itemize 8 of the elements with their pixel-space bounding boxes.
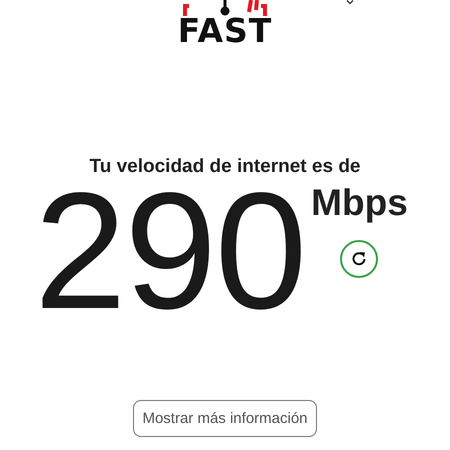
speed-unit: Mbps bbox=[311, 182, 408, 224]
refresh-icon bbox=[350, 250, 368, 268]
logo-text: FAST bbox=[178, 16, 272, 46]
headline: Tu velocidad de internet es de bbox=[90, 156, 360, 178]
more-info-button[interactable]: Mostrar más información bbox=[133, 400, 317, 437]
chevron-icon[interactable] bbox=[346, 0, 354, 5]
speed-value: 290 bbox=[34, 182, 306, 322]
refresh-button[interactable] bbox=[340, 240, 378, 278]
